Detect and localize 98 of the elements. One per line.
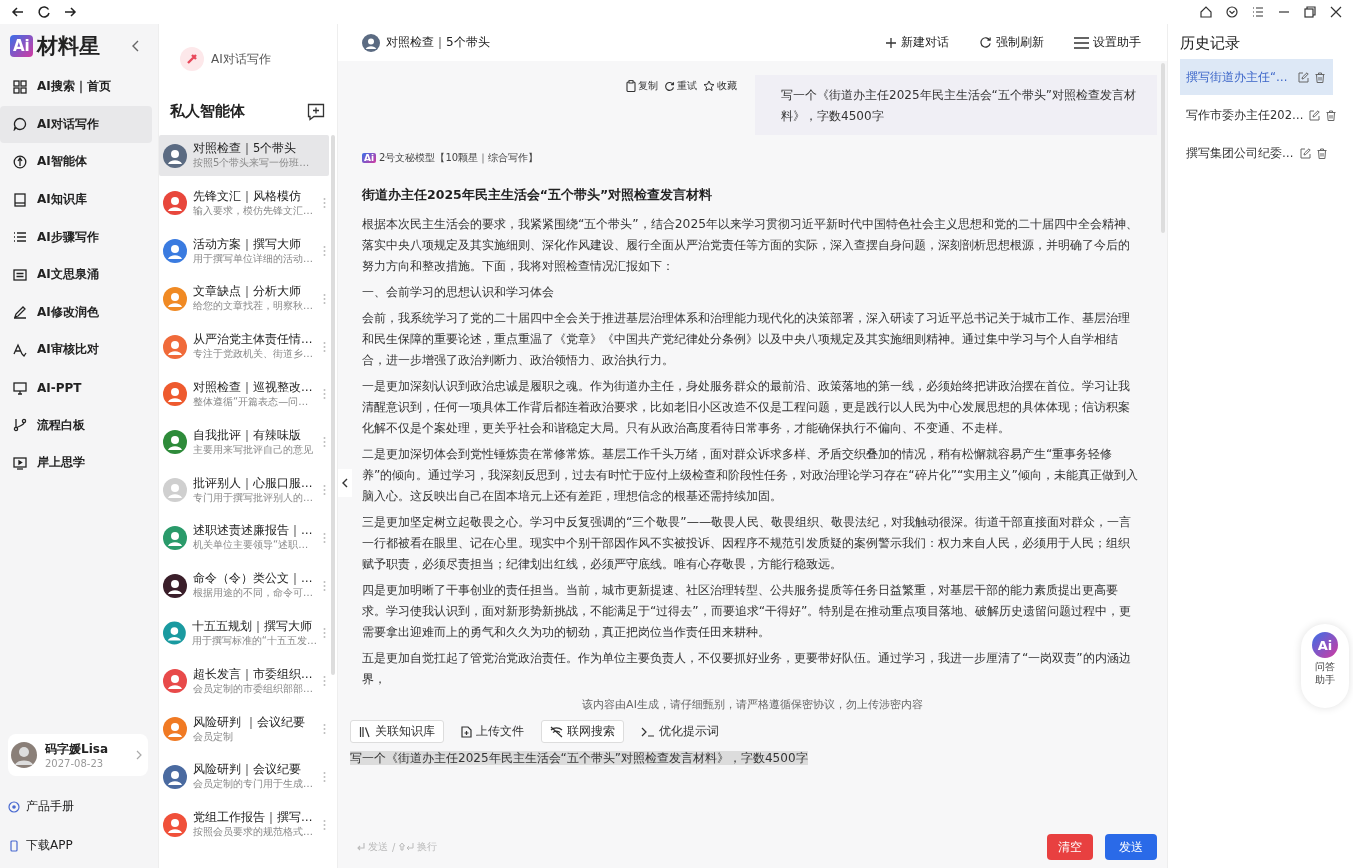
agent-description: 专门用于撰写批评别人的…: [193, 490, 313, 505]
answer-paragraph: 根据本次民主生活会的要求，我紧紧围绕“五个带头”，结合2025年以来学习贯彻习近平新时代中国特色社会主义思想和党的二十届四中全会精神、落实中央八项规定及其实施细则、深化作风建设、履行全面从严治党责任等方面的实际，深入查摆自身问题，深刻剖析思想根源，并明确了今后的努力方向和整改措施。下面，我将对照检查情况汇报如下：: [362, 216, 1140, 275]
agent-title: 批评别人｜心服口服…: [193, 475, 313, 491]
model-label: 2号文秘模型【10颗星｜综合写作】: [379, 151, 539, 165]
answer-paragraph: 一是更加深刻认识到政治忠诚是履职之魂。作为街道办主任，身处服务群众的最前沿、政策落地的第一线，必须始终把讲政治摆在首位。学习让我清醒意识到，任何一项具体工作背后都连着政治要求，比如老旧小区改造不仅是工程问题，更是践行以人民为中心发展思想的具体体现；信访积案化解不仅是个案处理，更关乎社会和谐稳定大局。只有从政治高度看待日常事务，才能确保执行不偏向、不变通、不走样。: [362, 378, 1131, 437]
separator: /: [392, 841, 396, 853]
agent-item[interactable]: 对照检查｜5个带头 按照5个带头来写一份班…: [159, 135, 329, 176]
nav-item[interactable]: 流程白板: [0, 406, 152, 444]
nav-item[interactable]: AI-PPT: [0, 368, 152, 407]
agent-title: 十五五规划｜撰写大师: [191, 618, 312, 634]
agent-description: 用于撰写单位详细的活动…: [193, 251, 313, 266]
agent-item[interactable]: 党组工作报告｜撰写… 按照会员要求的规范格式…: [159, 804, 329, 846]
nav-item[interactable]: AI知识库: [0, 180, 152, 219]
agent-title: 党组工作报告｜撰写…: [193, 810, 313, 826]
agent-description: 会员定制的专门用于生成…: [193, 777, 313, 792]
nav-item[interactable]: AI步骤写作: [0, 218, 152, 256]
agent-title: 文章缺点｜分析大师: [193, 284, 301, 300]
agent-title: 超长发言｜市委组织…: [193, 666, 313, 682]
nav-item[interactable]: AI智能体: [0, 143, 152, 181]
agent-item[interactable]: 批评别人｜心服口服… 专门用于撰写批评别人的…: [159, 469, 329, 511]
user-date: 2027-08-23: [45, 758, 105, 769]
agent-item[interactable]: 超长发言｜市委组织… 会员定制的市委组织部部…: [159, 660, 329, 702]
agent-item[interactable]: 先锋文汇｜风格模仿 输入要求，模仿先锋文汇…: [159, 182, 329, 224]
message-action[interactable]: 收藏: [703, 79, 737, 93]
agent-title: 述职述责述廉报告｜…: [193, 523, 313, 539]
history-item[interactable]: 撰写集团公司纪委…: [1180, 135, 1333, 171]
logo-badge: Ai: [10, 35, 33, 57]
agent-description: 专注于党政机关、街道乡…: [193, 347, 313, 362]
agent-item[interactable]: 文章缺点｜分析大师 给您的文章找茬，明察秋…: [159, 278, 329, 320]
agent-item[interactable]: 十五五规划｜撰写大师 用于撰写标准的“十五五发…: [159, 612, 329, 654]
footer-link[interactable]: 下载APP: [26, 837, 73, 854]
nav-item[interactable]: AI搜索｜首页: [0, 68, 152, 106]
header-button[interactable]: 强制刷新: [979, 34, 1044, 51]
composer-tool[interactable]: 上传文件: [452, 720, 533, 743]
agent-title: 对照检查｜巡视整改…: [193, 380, 313, 395]
panel-heading: 私人智能体: [170, 102, 245, 121]
answer-paragraph: 一、会前学习的思想认识和学习体会: [362, 284, 555, 301]
nav-item[interactable]: AI对话写作: [0, 105, 152, 144]
mode-label: AI对话写作: [211, 50, 271, 68]
agent-description: 会员定制的市委组织部部…: [193, 681, 313, 696]
agent-title: 风险研判｜会议纪要: [193, 762, 301, 778]
agent-item[interactable]: 对照检查｜巡视整改… 整体遵循“开篇表态—问…: [159, 374, 329, 415]
disclaimer: 该内容由AI生成，请仔细甄别，请严格遵循保密协议，勿上传涉密内容: [581, 697, 924, 713]
agent-description: 按照会员要求的规范格式…: [193, 825, 313, 840]
agent-title: 对照检查｜5个带头: [193, 141, 297, 156]
nav-item[interactable]: AI文思泉涌: [0, 255, 152, 294]
nav-item[interactable]: 岸上思学: [0, 443, 152, 482]
agent-title: 先锋文汇｜风格模仿: [193, 188, 301, 204]
history-heading: 历史记录: [1180, 34, 1241, 53]
send-button[interactable]: 发送: [1105, 834, 1157, 860]
answer-paragraph: 四是更加明晰了干事创业的责任担当。当前，城市更新提速、社区治理转型、公共服务提质等任务日益繁重，对基层干部的能力素质提出更高要求。学习使我认识到，面对新形势新挑战，不能满足于“过得去”，而要追求“干得好”。特别是在推动重点项目落地、破解历史遗留问题过程中，更需要拿出迎难而上的勇气和久久为功的韧劲，真正把岗位当作责任田来耕种。: [362, 582, 1133, 641]
agent-description: 给您的文章找茬，明察秋…: [193, 299, 313, 314]
history-item[interactable]: 写作市委办主任202…: [1180, 97, 1333, 133]
header-button[interactable]: 新建对话: [885, 34, 949, 51]
answer-title: 街道办主任2025年民主生活会“五个带头”对照检查发言材料: [362, 187, 714, 204]
agent-title: 活动方案｜撰写大师: [193, 236, 301, 252]
agent-item[interactable]: 述职述责述廉报告｜… 机关单位主要领导“述职…: [159, 517, 329, 559]
user-card[interactable]: 码字媛Lisa 2027-08-23: [8, 734, 148, 776]
footer-link[interactable]: 产品手册: [26, 798, 74, 815]
agent-item[interactable]: 自我批评｜有辣味版 主要用来写批评自己的意见: [159, 421, 329, 463]
agent-description: 整体遵循“开篇表态—问…: [193, 395, 309, 409]
composer-tool[interactable]: 联网搜索: [541, 720, 624, 743]
agent-description: 用于撰写标准的“十五五发…: [191, 633, 317, 648]
agent-item[interactable]: 风险研判｜会议纪要 会员定制的专门用于生成…: [159, 756, 329, 798]
header-button[interactable]: 设置助手: [1074, 34, 1141, 51]
app-name: 材料星: [36, 33, 100, 60]
agent-description: 机关单位主要领导“述职…: [193, 538, 309, 553]
composer-tool[interactable]: 优化提示词: [632, 720, 728, 743]
input-field[interactable]: 写一个《街道办主任2025年民主生活会“五个带头”对照检查发言材料》，字数4500字: [350, 750, 1157, 834]
agent-item[interactable]: 从严治党主体责任情… 专注于党政机关、街道乡…: [159, 326, 329, 368]
agent-title: 风险研判 ｜会议纪要: [193, 714, 305, 730]
agent-title: 自我批评｜有辣味版: [193, 427, 301, 443]
agent-item[interactable]: 活动方案｜撰写大师 用于撰写单位详细的活动…: [159, 230, 329, 272]
nav-item[interactable]: AI审核比对: [0, 331, 152, 369]
agent-title: 从严治党主体责任情…: [193, 332, 313, 348]
nav-item[interactable]: AI修改润色: [0, 293, 152, 332]
answer-paragraph: 三是更加坚定树立起敬畏之心。学习中反复强调的“三个敬畏”——敬畏人民、敬畏组织、敬畏法纪，对我触动很深。街道干部直接面对群众，一言一行都被看在眼里、记在心里。现实中个别干部因作风不实被投诉、因程序不规范引发质疑的案例警示我们：权力来自人民，必须用于人民；组织赋予职责，必须尽责担当；纪律划出红线，必须严守底线。唯有心存敬畏，方能行稳致远。: [362, 514, 1133, 573]
agent-description: 输入要求，模仿先锋文汇…: [193, 203, 313, 218]
model-badge: Ai: [362, 153, 377, 163]
answer-paragraph: 五是更加自觉扛起了管党治党政治责任。作为单位主要负责人，不仅要抓好业务，更要带好队伍。通过学习，我进一步厘清了“一岗双责”的内涵边界，: [362, 650, 1132, 688]
clear-button[interactable]: 清空: [1047, 834, 1093, 860]
user-name: 码字媛Lisa: [45, 741, 109, 758]
agent-description: 会员定制: [193, 729, 233, 744]
agent-description: 根据用途的不同，命令可…: [193, 586, 313, 601]
agent-description: 按照5个带头来写一份班…: [193, 156, 310, 170]
agent-item[interactable]: 风险研判 ｜会议纪要 会员定制: [159, 708, 329, 750]
answer-paragraph: 会前，我系统学习了党的二十届四中全会关于推进基层治理体系和治理能力现代化的决策部署，深入研读了习近平总书记关于城市工作、基层治理和民生保障的重要论述，重点重温了《党章》《中国共产党纪律处分条例》以及中央八项规定及其实施细则精神。通过集中学习与个人自学相结合，进一步增强了政治判断力、政治领悟力、政治执行力。: [362, 310, 1131, 369]
chat-title: 对照检查｜5个带头: [386, 34, 490, 51]
assistant-button[interactable]: Ai 问答助手: [1301, 624, 1349, 708]
message-action[interactable]: 复制: [626, 79, 658, 93]
answer-paragraph: 二是更加深切体会到党性锤炼贵在常修常炼。基层工作千头万绪，面对群众诉求多样、矛盾交织叠加的情况，稍有松懈就容易产生“重事务轻修养”的倾向。通过学习，我深刻反思到，过去有时忙于应付上级检查和阶段性任务，对政治理论学习存在“碎片化”“实用主义”倾向，未能真正做到入脑入心。这反映出自己在固本培元上还有差距，理想信念的根基还需持续加固。: [362, 446, 1139, 505]
message-action[interactable]: 重试: [664, 79, 697, 93]
composer-tool[interactable]: 关联知识库: [350, 720, 444, 743]
agent-title: 命令（令）类公文｜…: [193, 571, 313, 587]
agent-description: 主要用来写批评自己的意见: [193, 442, 313, 457]
agent-item[interactable]: 命令（令）类公文｜… 根据用途的不同，命令可…: [159, 565, 329, 607]
user-message: 写一个《街道办主任2025年民主生活会“五个带头”对照检查发言材料》，字数4500字: [755, 75, 1157, 135]
history-item[interactable]: 撰写街道办主任“…: [1180, 59, 1333, 95]
